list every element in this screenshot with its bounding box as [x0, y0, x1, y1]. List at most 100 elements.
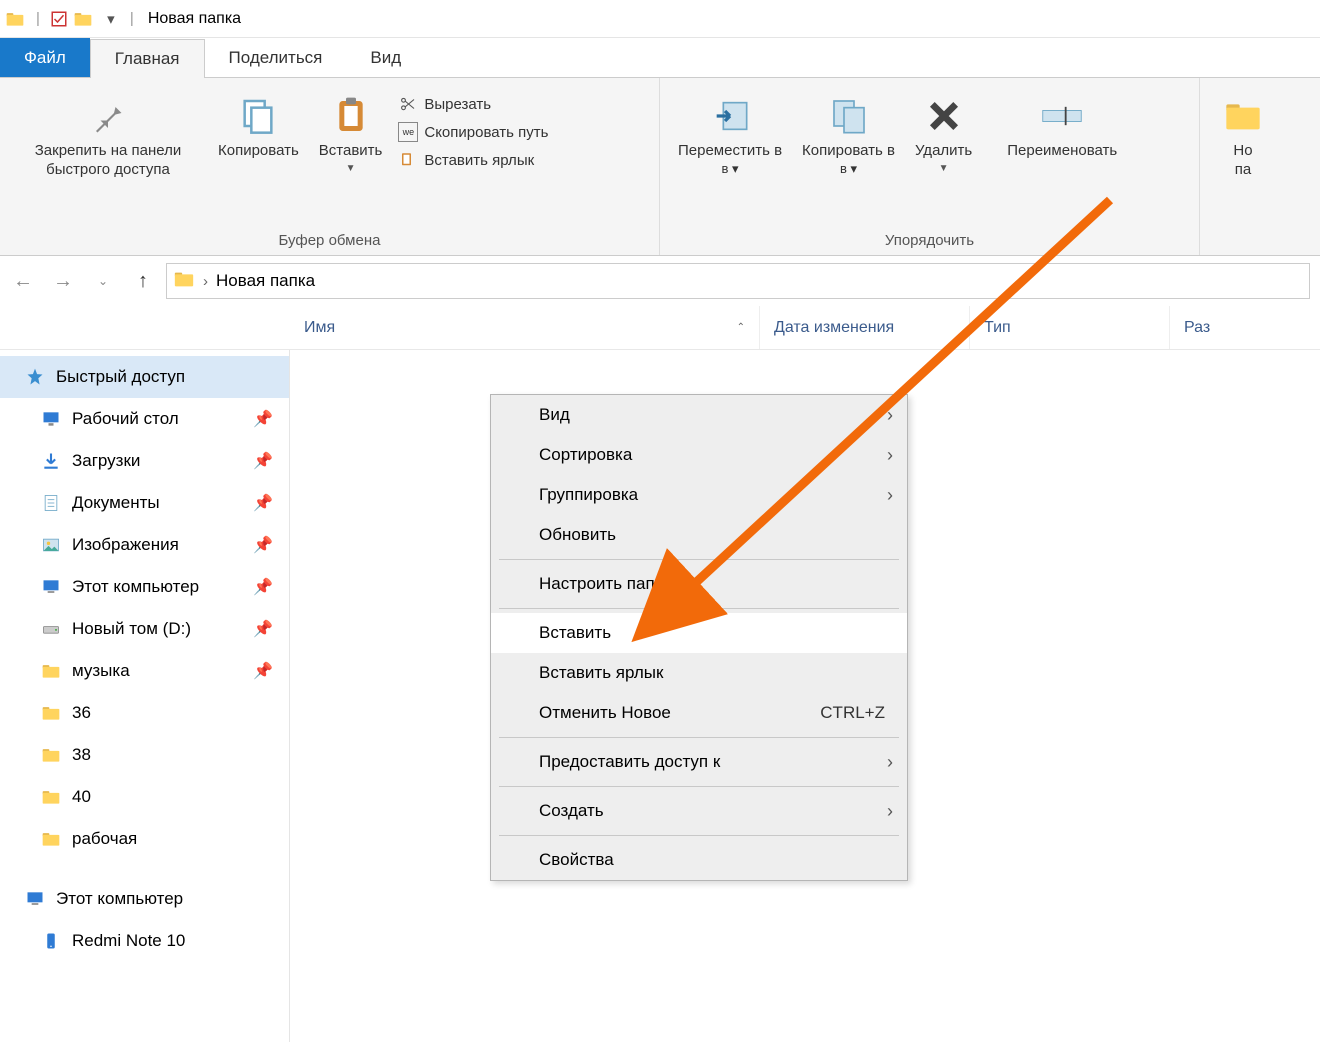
sidebar-36-label: 36: [72, 703, 91, 723]
nav-bar: ← → ⌄ ↑ › Новая папка: [0, 256, 1320, 306]
pin-to-quick-access-button[interactable]: Закрепить на панели быстрого доступа: [8, 90, 208, 184]
ribbon-tabs: Файл Главная Поделиться Вид: [0, 38, 1320, 78]
copy-to-label: Копировать в: [802, 142, 895, 161]
ctx-properties-label: Свойства: [539, 850, 614, 870]
chevron-down-icon: ▼: [939, 163, 949, 174]
ctx-customize-label: Настроить папку…: [539, 574, 688, 594]
breadcrumb-current[interactable]: Новая папка: [216, 271, 315, 291]
sidebar-desktop-label: Рабочий стол: [72, 409, 179, 429]
copy-to-button[interactable]: Копировать в в ▾: [792, 90, 905, 181]
ctx-refresh[interactable]: Обновить: [491, 515, 907, 555]
sidebar-this-pc-pinned[interactable]: Этот компьютер 📌: [0, 566, 289, 608]
address-bar[interactable]: › Новая папка: [166, 263, 1310, 299]
column-date-modified[interactable]: Дата изменения: [760, 306, 970, 349]
new-group-label: [1208, 245, 1312, 255]
sidebar-new-volume[interactable]: Новый том (D:) 📌: [0, 608, 289, 650]
copy-button[interactable]: Копировать: [208, 90, 309, 165]
ctx-paste[interactable]: Вставить: [491, 613, 907, 653]
ctx-view[interactable]: Вид ›: [491, 395, 907, 435]
ctx-refresh-label: Обновить: [539, 525, 616, 545]
sidebar-phone[interactable]: Redmi Note 10: [0, 920, 289, 962]
ctx-paste-label: Вставить: [539, 623, 611, 643]
monitor-icon: [24, 888, 46, 910]
sidebar-this-pc[interactable]: Этот компьютер: [0, 878, 289, 920]
move-to-label: Переместить в: [678, 142, 782, 161]
folder-icon: [40, 828, 62, 850]
ctx-separator: [499, 835, 899, 836]
ctx-undo[interactable]: Отменить Новое CTRL+Z: [491, 693, 907, 733]
qat-folder-icon[interactable]: [72, 8, 94, 30]
sidebar: Быстрый доступ Рабочий стол 📌 Загрузки 📌…: [0, 350, 290, 1042]
sidebar-pictures-label: Изображения: [72, 535, 179, 555]
rename-button[interactable]: Переименовать: [982, 90, 1142, 165]
pin-icon: 📌: [253, 409, 273, 429]
sidebar-folder-38[interactable]: 38: [0, 734, 289, 776]
new-folder-label2: па: [1235, 161, 1251, 180]
column-headers: Имя ⌃ Дата изменения Тип Раз: [0, 306, 1320, 350]
drive-icon: [40, 618, 62, 640]
tab-file[interactable]: Файл: [0, 38, 90, 77]
monitor-icon: [40, 576, 62, 598]
tab-view[interactable]: Вид: [346, 38, 425, 77]
copy-to-icon: [827, 94, 871, 138]
ctx-paste-shortcut-label: Вставить ярлык: [539, 663, 663, 683]
ctx-sort[interactable]: Сортировка ›: [491, 435, 907, 475]
history-dropdown[interactable]: ⌄: [90, 268, 116, 294]
column-name[interactable]: Имя ⌃: [290, 306, 760, 349]
paste-label: Вставить: [319, 142, 383, 161]
sidebar-documents-label: Документы: [72, 493, 160, 513]
paste-button[interactable]: Вставить ▼: [309, 90, 393, 178]
back-button[interactable]: ←: [10, 268, 36, 294]
sidebar-pictures[interactable]: Изображения 📌: [0, 524, 289, 566]
ribbon-group-clipboard: Закрепить на панели быстрого доступа Коп…: [0, 78, 660, 255]
move-to-sub: в ▾: [722, 161, 739, 177]
copy-label: Копировать: [218, 142, 299, 161]
sidebar-music-label: музыка: [72, 661, 130, 681]
qat-checkbox-icon[interactable]: [48, 8, 70, 30]
up-button[interactable]: ↑: [130, 268, 156, 294]
column-size[interactable]: Раз: [1170, 306, 1320, 349]
documents-icon: [40, 492, 62, 514]
ctx-view-label: Вид: [539, 405, 570, 425]
new-folder-label: Но: [1233, 142, 1252, 161]
sidebar-38-label: 38: [72, 745, 91, 765]
delete-button[interactable]: Удалить ▼: [905, 90, 982, 178]
paste-shortcut-button[interactable]: Вставить ярлык: [398, 150, 548, 170]
cut-label: Вырезать: [424, 96, 491, 113]
move-to-button[interactable]: Переместить в в ▾: [668, 90, 792, 181]
ctx-paste-shortcut[interactable]: Вставить ярлык: [491, 653, 907, 693]
copy-path-label: Скопировать путь: [424, 124, 548, 141]
sidebar-music-folder[interactable]: музыка 📌: [0, 650, 289, 692]
sidebar-downloads[interactable]: Загрузки 📌: [0, 440, 289, 482]
sidebar-quick-access[interactable]: Быстрый доступ: [0, 356, 289, 398]
tab-share[interactable]: Поделиться: [205, 38, 347, 77]
address-folder-icon: [173, 268, 195, 294]
ctx-give-access[interactable]: Предоставить доступ к ›: [491, 742, 907, 782]
folder-icon: [40, 702, 62, 724]
chevron-right-icon: ›: [887, 445, 893, 466]
sidebar-folder-40[interactable]: 40: [0, 776, 289, 818]
ctx-customize-folder[interactable]: Настроить папку…: [491, 564, 907, 604]
qat-dropdown-icon[interactable]: ▾: [100, 8, 122, 30]
sort-caret-icon: ⌃: [737, 322, 745, 333]
column-type[interactable]: Тип: [970, 306, 1170, 349]
folder-icon: [40, 744, 62, 766]
sidebar-phone-label: Redmi Note 10: [72, 931, 185, 951]
new-folder-button[interactable]: Но па: [1208, 90, 1278, 184]
tab-home[interactable]: Главная: [90, 39, 205, 78]
forward-button[interactable]: →: [50, 268, 76, 294]
copy-path-button[interactable]: we Скопировать путь: [398, 122, 548, 142]
sidebar-folder-work[interactable]: рабочая: [0, 818, 289, 860]
cut-button[interactable]: Вырезать: [398, 94, 548, 114]
sidebar-desktop[interactable]: Рабочий стол 📌: [0, 398, 289, 440]
sidebar-quick-access-label: Быстрый доступ: [56, 367, 185, 387]
clipboard-group-label: Буфер обмена: [8, 228, 651, 255]
sidebar-documents[interactable]: Документы 📌: [0, 482, 289, 524]
ctx-properties[interactable]: Свойства: [491, 840, 907, 880]
sidebar-downloads-label: Загрузки: [72, 451, 140, 471]
sidebar-folder-36[interactable]: 36: [0, 692, 289, 734]
ctx-group[interactable]: Группировка ›: [491, 475, 907, 515]
copy-path-icon: we: [398, 122, 418, 142]
new-folder-icon: [1221, 94, 1265, 138]
ctx-create[interactable]: Создать ›: [491, 791, 907, 831]
